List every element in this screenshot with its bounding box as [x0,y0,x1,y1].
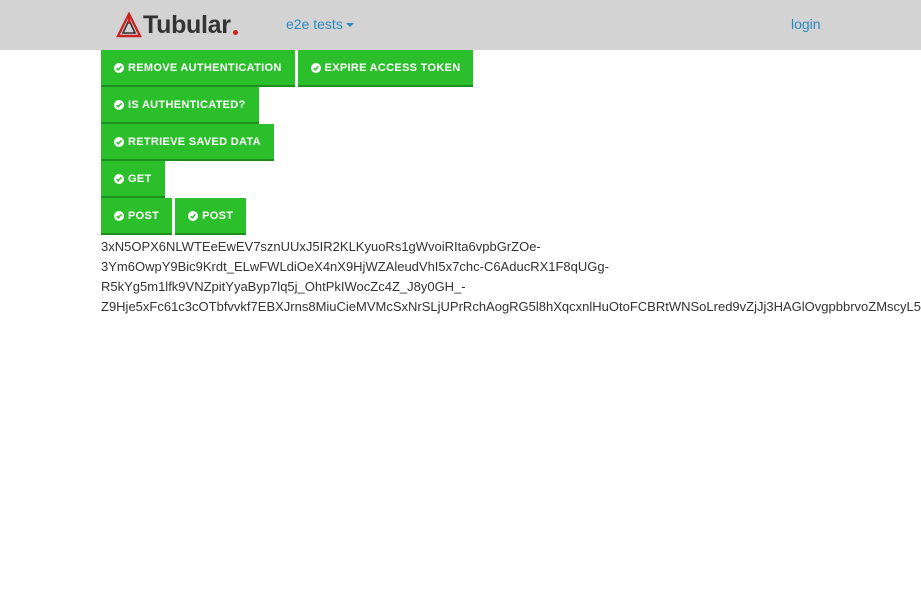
remove-authentication-button[interactable]: REMOVE AUTHENTICATION [101,50,295,87]
get-label: GET [128,172,152,185]
retrieve-saved-data-button[interactable]: RETRIEVE SAVED DATA [101,124,274,161]
post-button-1[interactable]: POST [101,198,173,235]
check-circle-icon [114,62,124,73]
caret-down-icon [345,23,354,27]
button-row-1: REMOVE AUTHENTICATION EXPIRE ACCESS TOKE… [101,50,921,87]
token-line: 3Ym6OwpY9Bic9Krdt_ELwFWLdiOeX4nX9HjWZAle… [101,259,609,274]
main-content: REMOVE AUTHENTICATION EXPIRE ACCESS TOKE… [101,50,921,317]
remove-authentication-label: REMOVE AUTHENTICATION [128,61,282,74]
check-circle-icon [114,210,124,221]
project-dropdown[interactable]: e2e tests [286,16,354,32]
access-token-output: 3xN5OPX6NLWTEeEwEV7sznUUxJ5IR2KLKyuoRs1g… [101,237,921,317]
get-button[interactable]: GET [101,161,165,198]
tubular-logo-icon [116,12,142,38]
expire-access-token-button[interactable]: EXPIRE ACCESS TOKEN [297,50,474,87]
retrieve-saved-data-label: RETRIEVE SAVED DATA [128,135,261,148]
post-label-1: POST [128,209,160,222]
token-line: R5kYg5m1lfk9VNZpitYyaByp7lq5j_OhtPkIWocZ… [101,279,466,294]
button-row-3: RETRIEVE SAVED DATA [101,124,921,161]
button-row-4: GET [101,161,921,198]
expire-access-token-label: EXPIRE ACCESS TOKEN [324,61,461,74]
brand-dot-icon [232,29,238,35]
check-circle-icon [114,173,124,184]
top-navbar: Tubular e2e tests login [0,0,921,50]
brand-name: Tubular [143,11,231,39]
check-circle-icon [310,62,321,73]
project-dropdown-label: e2e tests [286,16,343,32]
check-circle-icon [188,210,199,221]
button-row-5: POST POST [101,198,921,235]
button-row-2: IS AUTHENTICATED? [101,87,921,124]
post-label-2: POST [202,209,234,222]
is-authenticated-button[interactable]: IS AUTHENTICATED? [101,87,259,124]
login-link[interactable]: login [791,16,821,32]
is-authenticated-label: IS AUTHENTICATED? [128,98,246,111]
token-line: 3xN5OPX6NLWTEeEwEV7sznUUxJ5IR2KLKyuoRs1g… [101,239,541,254]
post-button-2[interactable]: POST [175,198,247,235]
check-circle-icon [114,99,124,110]
check-circle-icon [114,136,124,147]
brand-link[interactable]: Tubular [116,10,238,40]
token-line: Z9Hje5xFc61c3cOTbfvvkf7EBXJrns8MiuCieMVM… [101,299,921,314]
